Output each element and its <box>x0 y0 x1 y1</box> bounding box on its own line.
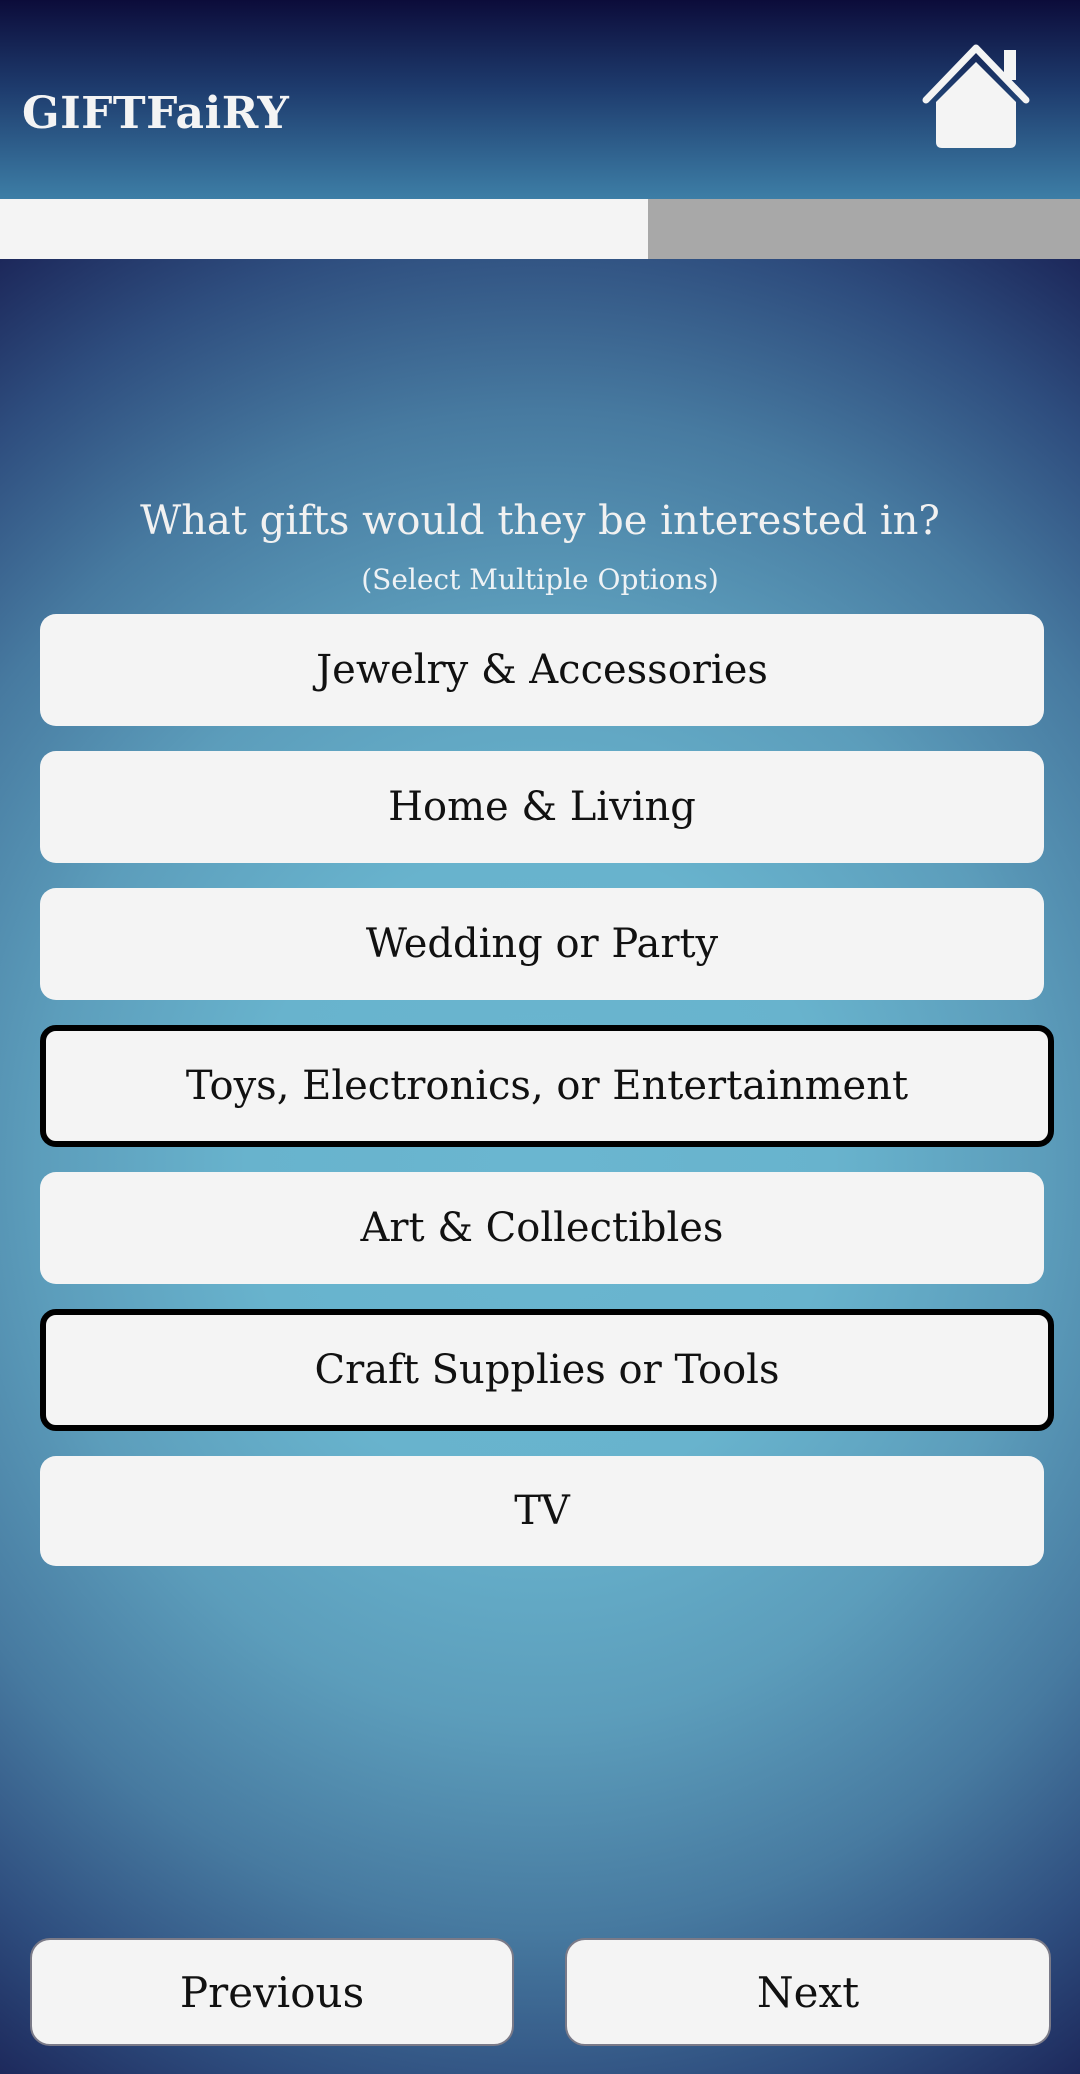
home-icon <box>922 44 1030 148</box>
option-jewelry-accessories[interactable]: Jewelry & Accessories <box>40 614 1044 726</box>
question-text: What gifts would they be interested in? <box>140 498 940 544</box>
home-button[interactable] <box>918 38 1038 156</box>
question-hint: (Select Multiple Options) <box>361 563 719 596</box>
progress-bar <box>0 199 1080 259</box>
option-toys-electronics-entertainment[interactable]: Toys, Electronics, or Entertainment <box>40 1025 1054 1147</box>
option-art-collectibles[interactable]: Art & Collectibles <box>40 1172 1044 1284</box>
option-craft-supplies-tools[interactable]: Craft Supplies or Tools <box>40 1309 1054 1431</box>
app-header: GIFTFaiRY <box>0 0 1080 199</box>
option-tv[interactable]: TV <box>40 1456 1044 1566</box>
previous-button[interactable]: Previous <box>30 1938 514 2046</box>
progress-bar-fill <box>0 199 648 259</box>
option-wedding-party[interactable]: Wedding or Party <box>40 888 1044 1000</box>
app-title: GIFTFaiRY <box>22 88 290 139</box>
option-home-living[interactable]: Home & Living <box>40 751 1044 863</box>
next-button[interactable]: Next <box>565 1938 1051 2046</box>
